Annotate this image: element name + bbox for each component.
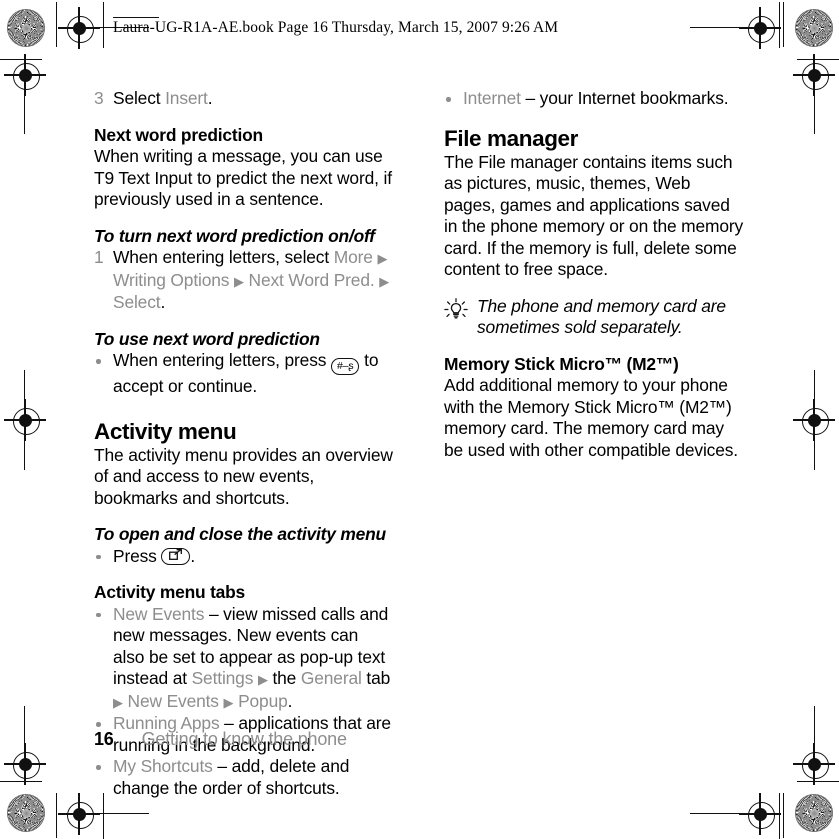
light-bulb-icon [444,297,468,322]
crop-rule-bottom-right-horizontal [690,813,760,815]
step-number: 3 [94,88,104,108]
page-number: 16 [94,729,114,749]
ui-term-settings: Settings [191,668,254,688]
heading-turn-prediction-on-off: To turn next word prediction on/off [94,225,375,246]
crop-rule-inner-top-left [0,59,42,61]
crop-rule-inner-bottom-left [0,781,42,783]
header-separator-right [779,2,781,48]
list-item-step-3: 3 Select Insert. [94,88,394,110]
crop-rule-bottom-right-vertical [783,793,785,838]
heading-file-manager: File manager [444,125,579,151]
menu-arrow-icon: ▶ [223,694,234,710]
open-close-text-before: Press [113,545,162,566]
heading-next-word-prediction: Next word prediction [94,124,263,145]
body-file-manager: The File manager contains items such as … [444,151,744,280]
heading-use-prediction: To use next word prediction [94,328,320,349]
ui-term-select: Select [113,292,161,312]
footer-separator-left [103,793,105,839]
color-starburst-bottom-left [7,794,45,832]
body-memory-stick-micro: Add additional memory to your phone with… [444,375,738,460]
ui-term-internet: Internet [463,88,521,108]
ui-term-next-word-pred: Next Word Pred. [248,269,375,290]
menu-arrow-icon: ▶ [257,672,268,687]
tab-desc-text: tab [361,668,391,688]
tab-desc-text: . [287,690,293,711]
crop-rule-mid-right [814,370,816,470]
heading-activity-menu-tabs: Activity menu tabs [94,582,246,602]
ui-term-new-events: New Events [113,603,205,624]
ui-term-my-shortcuts: My Shortcuts [113,756,213,776]
internet-desc-text: – your Internet bookmarks. [520,88,729,108]
footer-separator-right [779,793,781,839]
list-item-internet: Internet – your Internet bookmarks. [444,88,744,110]
list-item-use-prediction: When entering letters, press #–ʂ to acce… [94,350,394,398]
color-starburst-top-left [7,9,45,47]
heading-open-close-activity-menu: To open and close the activity menu [94,524,386,544]
ui-term-writing-options: Writing Options [113,269,230,290]
crop-rule-inner-bottom-right [797,781,839,783]
step-number: 1 [94,247,104,267]
crop-rule-inner-top-right [797,59,839,61]
page-footer: 16 Getting to know the phone [94,729,347,750]
tip-callout: The phone and memory card are sometimes … [444,296,744,339]
crop-rule-mid-left [24,370,26,470]
crop-rule-bottom-left-horizontal [79,813,149,815]
list-item-step-1: 1 When entering letters, select More ▶ W… [94,247,394,314]
body-next-word-prediction: When writing a message, you can use T9 T… [94,146,392,209]
bullet-icon [96,612,101,617]
step-text-before: When entering letters, select [113,247,334,267]
crop-rule-top-right-vertical [783,2,785,47]
crop-rule-bottom-left-vertical [56,793,58,838]
menu-arrow-icon: ▶ [234,273,244,289]
step-text-after: . [207,88,213,108]
body-activity-menu: The activity menu provides an overview o… [94,444,393,508]
crop-rule-top-left-vertical [56,2,58,47]
tab-desc-text: the [267,668,301,688]
heading-memory-stick-micro: Memory Stick Micro™ (M2™) [444,353,679,374]
left-column: 3 Select Insert. Next word prediction Wh… [94,88,394,799]
ui-term-general: General [300,668,362,688]
heading-activity-menu: Activity menu [94,418,237,444]
hash-key-icon: #–ʂ [330,358,360,375]
activity-menu-key-icon [161,547,191,565]
bullet-icon [96,359,101,364]
running-title: Getting to know the phone [141,729,347,749]
color-starburst-bottom-right [795,794,833,832]
manual-page: Laura-UG-R1A-AE.book Page 16 Thursday, M… [0,0,839,839]
bullet-icon [96,765,101,770]
menu-arrow-icon: ▶ [377,251,388,266]
crop-rule-inner-right-upper [814,86,816,134]
ui-term-more: More [333,247,373,267]
bullet-icon [446,97,451,102]
header-separator-left [103,2,105,48]
step-text-before: Select [113,88,166,108]
crop-rule-top-right-horizontal [690,27,760,29]
ui-term-insert: Insert [165,88,208,108]
crop-rule-inner-left-lower [24,706,26,754]
crop-rule-inner-left-upper [24,86,26,134]
ui-term-popup: Popup [238,690,288,711]
menu-arrow-icon: ▶ [379,273,390,289]
ui-term-new-events-2: New Events [127,690,219,711]
open-close-text-after: . [190,545,196,566]
bullet-icon [96,554,101,559]
menu-arrow-icon: ▶ [113,694,123,710]
book-header-text: Laura-UG-R1A-AE.book Page 16 Thursday, M… [113,19,559,36]
list-item: New Events – view missed calls and new m… [94,604,394,714]
step-text-after: . [160,292,166,312]
bullet-icon [96,722,101,727]
right-column: Internet – your Internet bookmarks. File… [444,88,744,461]
crop-rule-inner-right-lower [814,706,816,754]
use-prediction-text-before: When entering letters, press [113,350,331,370]
tip-text: The phone and memory card are sometimes … [477,295,726,338]
color-starburst-top-right [795,9,833,47]
list-item: My Shortcuts – add, delete and change th… [94,756,394,799]
list-item-open-close: Press . [94,546,394,568]
